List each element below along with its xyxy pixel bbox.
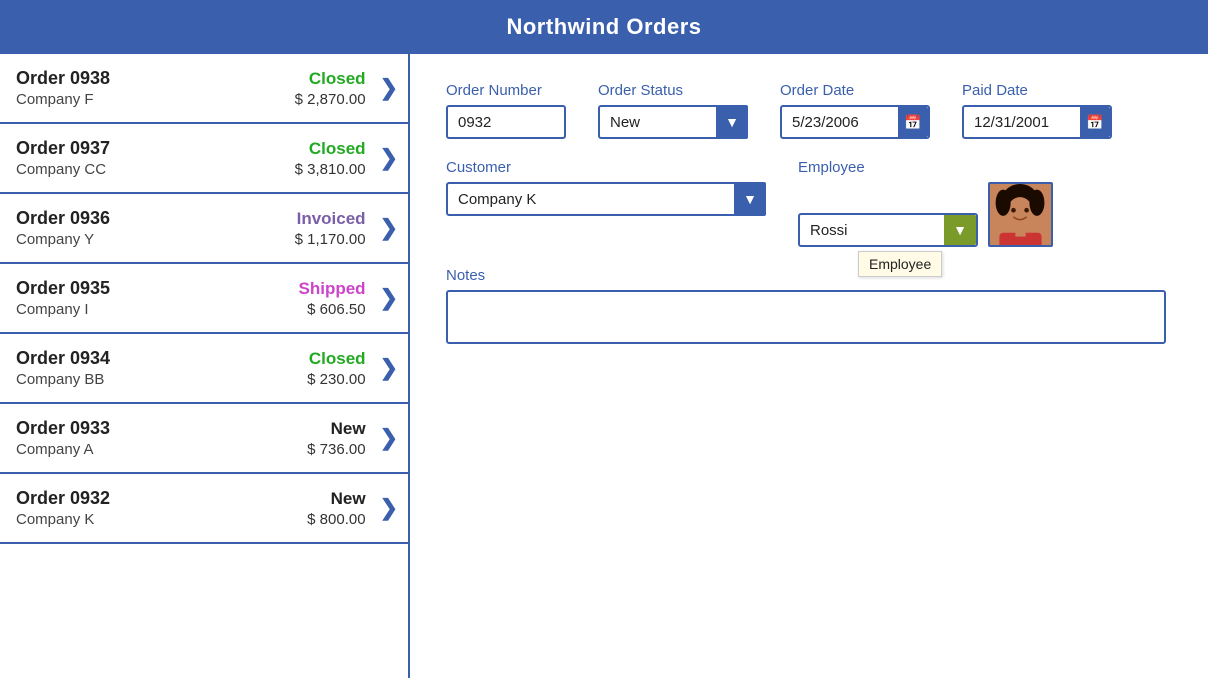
customer-group: Customer Company K ▼ (446, 159, 766, 216)
list-item-order-0936[interactable]: Order 0936 Company Y Invoiced $ 1,170.00… (0, 194, 408, 264)
order-date-wrapper: 📅 (780, 105, 930, 139)
order-number-group: Order Number (446, 82, 566, 139)
order-date-calendar-icon[interactable]: 📅 (898, 107, 928, 137)
chevron-right-icon[interactable]: ❯ (380, 495, 398, 521)
order-number-input[interactable] (446, 105, 566, 139)
order-right: Shipped $ 606.50 (299, 279, 366, 318)
order-name: Order 0938 (16, 68, 295, 89)
list-item-order-0937[interactable]: Order 0937 Company CC Closed $ 3,810.00 … (0, 124, 408, 194)
form-row-2: Customer Company K ▼ Employee Rossi (446, 159, 1172, 247)
paid-date-calendar-icon[interactable]: 📅 (1080, 107, 1110, 137)
order-status-select[interactable]: New Shipped Invoiced Closed (598, 105, 748, 139)
order-status-badge: Closed (295, 139, 366, 159)
order-status-badge: Closed (295, 69, 366, 89)
chevron-right-icon[interactable]: ❯ (380, 285, 398, 311)
order-amount: $ 3,810.00 (295, 161, 366, 178)
order-info: Order 0937 Company CC (16, 138, 295, 178)
order-info: Order 0936 Company Y (16, 208, 295, 248)
chevron-right-icon[interactable]: ❯ (380, 355, 398, 381)
list-item-order-0935[interactable]: Order 0935 Company I Shipped $ 606.50 ❯ (0, 264, 408, 334)
order-status-badge: New (307, 489, 365, 509)
order-status-badge: Invoiced (295, 209, 366, 229)
order-name: Order 0934 (16, 348, 307, 369)
order-company: Company I (16, 301, 299, 318)
list-item-order-0938[interactable]: Order 0938 Company F Closed $ 2,870.00 ❯ (0, 54, 408, 124)
order-status-group: Order Status New Shipped Invoiced Closed… (598, 82, 748, 139)
employee-dropdown-wrapper: Rossi ▼ Employee (798, 213, 978, 247)
notes-label: Notes (446, 267, 1172, 284)
employee-select-button[interactable]: Rossi ▼ (798, 213, 978, 247)
order-amount: $ 2,870.00 (295, 91, 366, 108)
order-name: Order 0933 (16, 418, 307, 439)
order-info: Order 0938 Company F (16, 68, 295, 108)
employee-avatar-svg (990, 184, 1051, 245)
order-amount: $ 800.00 (307, 511, 365, 528)
list-item-order-0934[interactable]: Order 0934 Company BB Closed $ 230.00 ❯ (0, 334, 408, 404)
employee-label: Employee (798, 159, 1053, 176)
customer-label: Customer (446, 159, 766, 176)
order-name: Order 0935 (16, 278, 299, 299)
employee-field-group: Rossi ▼ Employee (798, 182, 1053, 247)
order-name: Order 0932 (16, 488, 307, 509)
order-status-badge: Closed (307, 349, 365, 369)
order-info: Order 0934 Company BB (16, 348, 307, 388)
chevron-right-icon[interactable]: ❯ (380, 75, 398, 101)
order-right: Closed $ 2,870.00 (295, 69, 366, 108)
order-right: Invoiced $ 1,170.00 (295, 209, 366, 248)
customer-wrapper: Company K ▼ (446, 182, 766, 216)
order-number-label: Order Number (446, 82, 566, 99)
order-name: Order 0937 (16, 138, 295, 159)
order-amount: $ 736.00 (307, 441, 365, 458)
order-company: Company Y (16, 231, 295, 248)
employee-value: Rossi (810, 222, 848, 239)
order-company: Company K (16, 511, 307, 528)
order-amount: $ 230.00 (307, 371, 365, 388)
employee-group: Employee Rossi ▼ Employee (798, 159, 1053, 247)
order-info: Order 0933 Company A (16, 418, 307, 458)
employee-dropdown-arrow: ▼ (944, 215, 976, 245)
notes-textarea[interactable] (446, 290, 1166, 344)
chevron-down-icon-3: ▼ (953, 222, 967, 238)
chevron-right-icon[interactable]: ❯ (380, 425, 398, 451)
form-row-1: Order Number Order Status New Shipped In… (446, 82, 1172, 139)
list-item-order-0933[interactable]: Order 0933 Company A New $ 736.00 ❯ (0, 404, 408, 474)
order-status-badge: New (307, 419, 365, 439)
order-right: Closed $ 230.00 (307, 349, 365, 388)
order-amount: $ 1,170.00 (295, 231, 366, 248)
paid-date-label: Paid Date (962, 82, 1112, 99)
order-company: Company F (16, 91, 295, 108)
detail-panel: Order Number Order Status New Shipped In… (410, 54, 1208, 678)
main-layout: Order 0938 Company F Closed $ 2,870.00 ❯… (0, 54, 1208, 678)
calendar-icon-2: 📅 (1086, 114, 1103, 131)
order-right: New $ 800.00 (307, 489, 365, 528)
order-date-group: Order Date 📅 (780, 82, 930, 139)
calendar-icon: 📅 (904, 114, 921, 131)
app-header: Northwind Orders (0, 0, 1208, 54)
order-company: Company CC (16, 161, 295, 178)
order-info: Order 0932 Company K (16, 488, 307, 528)
notes-group: Notes (446, 267, 1172, 344)
chevron-right-icon[interactable]: ❯ (380, 215, 398, 241)
list-item-order-0932[interactable]: Order 0932 Company K New $ 800.00 ❯ (0, 474, 408, 544)
order-amount: $ 606.50 (299, 301, 366, 318)
order-status-badge: Shipped (299, 279, 366, 299)
order-right: New $ 736.00 (307, 419, 365, 458)
order-status-wrapper: New Shipped Invoiced Closed ▼ (598, 105, 748, 139)
order-company: Company BB (16, 371, 307, 388)
order-list: Order 0938 Company F Closed $ 2,870.00 ❯… (0, 54, 410, 678)
chevron-right-icon[interactable]: ❯ (380, 145, 398, 171)
order-info: Order 0935 Company I (16, 278, 299, 318)
order-date-label: Order Date (780, 82, 930, 99)
order-status-label: Order Status (598, 82, 748, 99)
employee-tooltip: Employee (858, 251, 942, 277)
order-right: Closed $ 3,810.00 (295, 139, 366, 178)
order-company: Company A (16, 441, 307, 458)
app-title: Northwind Orders (506, 14, 701, 39)
customer-select[interactable]: Company K (446, 182, 766, 216)
employee-photo (988, 182, 1053, 247)
paid-date-group: Paid Date 📅 (962, 82, 1112, 139)
paid-date-wrapper: 📅 (962, 105, 1112, 139)
order-name: Order 0936 (16, 208, 295, 229)
